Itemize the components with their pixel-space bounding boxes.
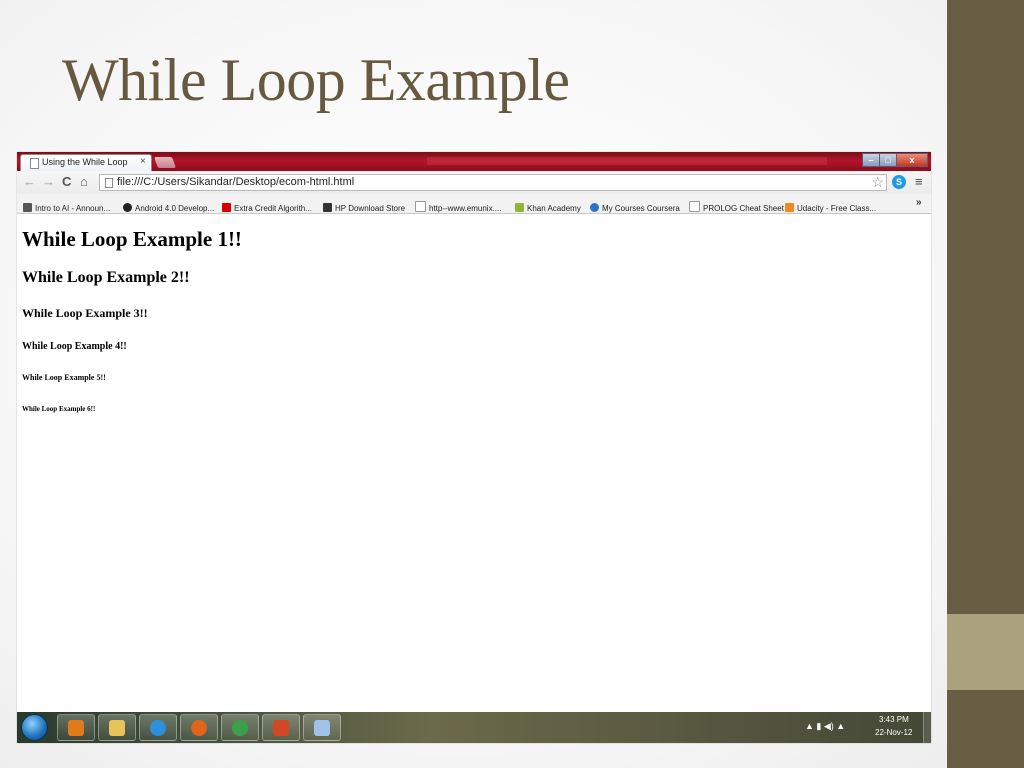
back-arrow-icon[interactable]: ← (23, 174, 36, 189)
titlebar-background-text (427, 157, 827, 165)
browser-titlebar: Using the While Loop × – □ x (17, 152, 931, 171)
media-player-icon (68, 720, 84, 736)
taskbar-app-button[interactable] (180, 714, 218, 741)
udacity-icon (222, 203, 231, 212)
bookmark-label: PROLOG Cheat Sheet (703, 204, 784, 213)
bookmark-item[interactable]: Khan Academy (515, 198, 581, 213)
slide-title: While Loop Example (62, 47, 570, 113)
system-tray-icons[interactable]: ▲ ▮ ◀) ▲ (805, 721, 845, 732)
coursera-icon (590, 203, 599, 212)
browser-tab[interactable]: Using the While Loop × (20, 154, 152, 171)
window-controls: – □ x (862, 153, 928, 168)
browser-screenshot: Using the While Loop × – □ x ← → C ⌂ fil… (17, 152, 931, 743)
page-icon (30, 158, 39, 169)
firefox-icon (191, 720, 207, 736)
bookmark-label: http--www.emunix.... (429, 204, 502, 213)
taskbar-app-button[interactable] (57, 714, 95, 741)
android-icon (123, 203, 132, 212)
tab-title: Using the While Loop (42, 157, 128, 167)
menu-icon[interactable]: ≡ (915, 174, 923, 189)
bookmark-label: Udacity - Free Class... (797, 204, 877, 213)
bookmark-item[interactable]: http--www.emunix.... (415, 198, 502, 213)
taskbar-app-button[interactable] (98, 714, 136, 741)
bookmarks-bar: » Intro to AI - Announ... Android 4.0 Dev… (17, 194, 931, 214)
bookmark-item[interactable]: HP Download Store (323, 198, 406, 213)
heading-2: While Loop Example 2!! (22, 269, 190, 286)
taskbar-app-button[interactable] (303, 714, 341, 741)
notepad-icon (314, 720, 330, 736)
clock-date[interactable]: 22-Nov-12 (875, 728, 912, 737)
new-tab-button[interactable] (153, 157, 177, 168)
bookmark-item[interactable]: My Courses Coursera (590, 198, 680, 213)
bookmarks-more-button[interactable]: » (916, 197, 922, 208)
reload-icon[interactable]: C (62, 174, 71, 189)
bookmark-item[interactable]: Android 4.0 Develop... (123, 198, 215, 213)
url-text: file:///C:/Users/Sikandar/Desktop/ecom-h… (117, 176, 355, 188)
powerpoint-icon (273, 720, 289, 736)
page-icon (415, 201, 426, 212)
heading-5: While Loop Example 5!! (22, 373, 106, 382)
file-explorer-icon (109, 720, 125, 736)
bookmark-label: Intro to AI - Announ... (35, 204, 111, 213)
show-desktop-button[interactable] (923, 712, 931, 743)
ai-icon (23, 203, 32, 212)
bookmark-label: Android 4.0 Develop... (135, 204, 215, 213)
bookmark-label: My Courses Coursera (602, 204, 680, 213)
taskbar-app-button[interactable] (139, 714, 177, 741)
page-icon (689, 201, 700, 212)
taskbar-app-button[interactable] (262, 714, 300, 741)
forward-arrow-icon[interactable]: → (42, 174, 55, 189)
page-content: While Loop Example 1!! While Loop Exampl… (17, 214, 931, 712)
bookmark-item[interactable]: Intro to AI - Announ... (23, 198, 111, 213)
home-icon[interactable]: ⌂ (80, 174, 88, 189)
internet-explorer-icon (150, 720, 166, 736)
hp-icon (323, 203, 332, 212)
bookmark-item[interactable]: Extra Credit Algorith... (222, 198, 312, 213)
leaf-icon (515, 203, 524, 212)
windows-taskbar: ▲ ▮ ◀) ▲ 3:43 PM 22-Nov-12 (17, 712, 931, 743)
address-bar[interactable]: file:///C:/Users/Sikandar/Desktop/ecom-h… (99, 174, 887, 191)
bookmark-item[interactable]: Udacity - Free Class... (785, 198, 877, 213)
taskbar-app-button[interactable] (221, 714, 259, 741)
page-icon (105, 178, 113, 188)
bookmark-item[interactable]: PROLOG Cheat Sheet (689, 198, 784, 213)
tab-close-icon[interactable]: × (140, 156, 146, 167)
side-decoration-accent (947, 614, 1024, 690)
heading-6: While Loop Example 6!! (22, 405, 96, 413)
maximize-button[interactable]: □ (879, 153, 897, 167)
bookmark-label: Extra Credit Algorith... (234, 204, 312, 213)
bookmark-star-icon[interactable]: ☆ (871, 174, 884, 191)
skype-icon[interactable]: S (892, 175, 906, 189)
udacity-u-icon (785, 203, 794, 212)
browser-toolbar: ← → C ⌂ file:///C:/Users/Sikandar/Deskto… (17, 171, 931, 194)
heading-4: While Loop Example 4!! (22, 341, 127, 352)
clock-time[interactable]: 3:43 PM (879, 715, 909, 724)
minimize-button[interactable]: – (862, 153, 880, 167)
chrome-icon (232, 720, 248, 736)
heading-3: While Loop Example 3!! (22, 306, 148, 320)
heading-1: While Loop Example 1!! (22, 227, 242, 251)
close-window-button[interactable]: x (896, 153, 928, 167)
bookmark-label: Khan Academy (527, 204, 581, 213)
start-button[interactable] (21, 714, 48, 741)
bookmark-label: HP Download Store (335, 204, 406, 213)
